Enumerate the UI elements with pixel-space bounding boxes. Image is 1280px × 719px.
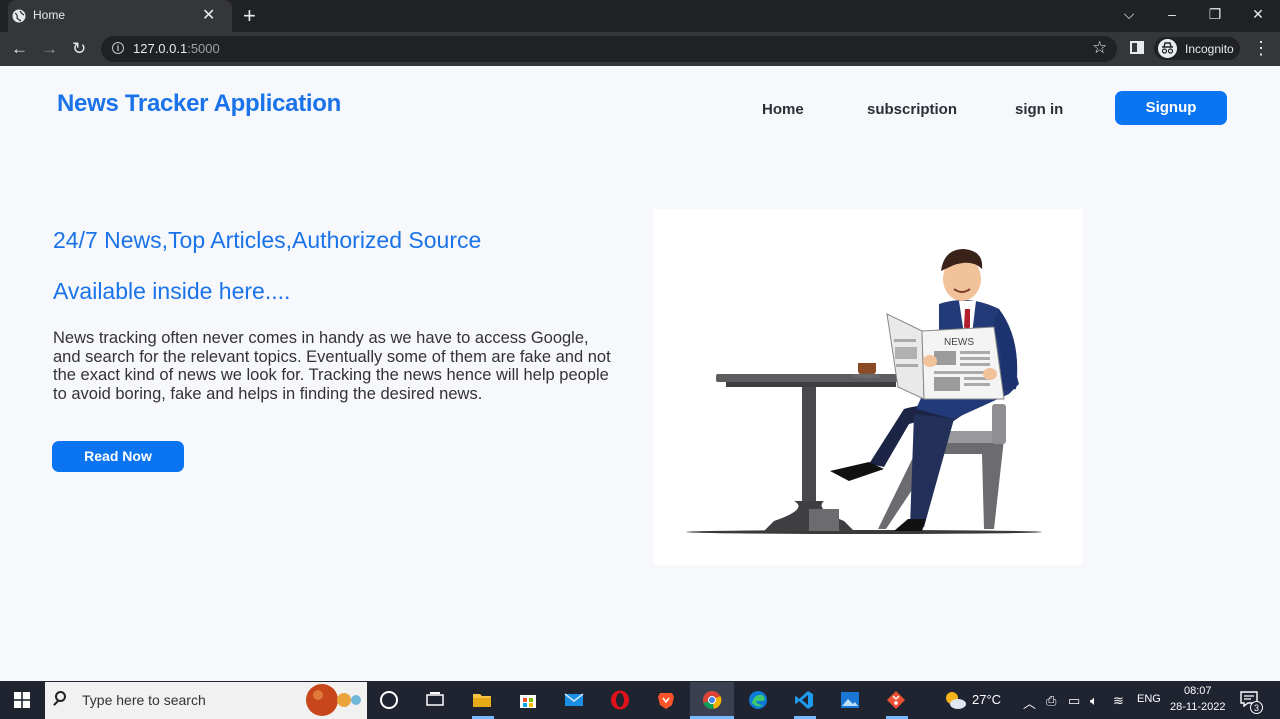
cortana-icon[interactable] (380, 691, 398, 709)
edge-icon[interactable] (748, 690, 768, 710)
close-window-icon[interactable]: ✕ (1246, 4, 1270, 24)
taskbar-search-placeholder: Type here to search (82, 692, 206, 708)
url-port: :5000 (187, 41, 220, 56)
hero-subheadline: Available inside here.... (53, 278, 291, 304)
clock-time[interactable]: 08:07 (1184, 685, 1212, 697)
forward-arrow-icon[interactable]: → (41, 39, 58, 59)
git-icon[interactable] (886, 690, 906, 710)
read-now-button[interactable]: Read Now (52, 441, 184, 472)
wifi-icon[interactable]: ≋ (1113, 693, 1124, 709)
nav-signin-link[interactable]: sign in (1015, 101, 1063, 118)
man-reading-newspaper-illustration: NEWS (686, 249, 1042, 534)
url-text[interactable]: 127.0.0.1:5000 (133, 41, 220, 56)
show-hidden-icons-chevron-icon[interactable]: ︿ (1023, 693, 1036, 712)
mail-icon[interactable] (564, 690, 584, 710)
back-arrow-icon[interactable]: ← (11, 39, 28, 59)
globe-icon (12, 9, 26, 23)
meet-now-icon[interactable]: ⎙ (1046, 693, 1056, 709)
search-highlight-planets-icon (306, 684, 361, 716)
incognito-label: Incognito (1185, 42, 1234, 56)
side-panel-icon[interactable] (1130, 41, 1144, 54)
incognito-icon (1158, 39, 1177, 58)
hero-illustration-card: NEWS (654, 209, 1082, 565)
weather-temperature[interactable]: 27°C (972, 692, 1001, 707)
windows-start-icon[interactable] (14, 692, 30, 708)
minimize-icon[interactable]: – (1160, 4, 1184, 24)
site-brand-title[interactable]: News Tracker Application (57, 90, 341, 118)
brave-icon[interactable] (656, 690, 676, 710)
tab-title: Home (33, 8, 66, 22)
search-icon (55, 691, 66, 702)
vscode-icon[interactable] (794, 690, 814, 710)
site-info-icon[interactable]: i (112, 42, 124, 54)
weather-sunny-cloud-icon[interactable] (943, 689, 967, 711)
new-tab-icon[interactable]: + (243, 3, 256, 29)
url-host: 127.0.0.1 (133, 41, 188, 56)
nav-home-link[interactable]: Home (762, 101, 804, 118)
photos-icon[interactable] (840, 690, 860, 710)
file-explorer-icon[interactable] (472, 690, 492, 710)
tab-search-chevron-icon[interactable]: ⌵ (1117, 4, 1141, 24)
hero-paragraph: News tracking often never comes in handy… (53, 329, 611, 403)
store-icon[interactable] (518, 690, 538, 710)
bookmark-star-icon[interactable]: ☆ (1092, 38, 1107, 58)
notification-count-badge: 3 (1250, 701, 1263, 714)
address-bar[interactable] (101, 36, 1117, 62)
battery-icon[interactable]: ▭ (1068, 693, 1080, 709)
close-tab-icon[interactable]: ✕ (202, 6, 215, 26)
volume-icon[interactable]: 🔈︎ (1090, 693, 1098, 709)
signup-button[interactable]: Signup (1115, 91, 1227, 125)
opera-icon[interactable] (610, 690, 630, 710)
task-view-icon[interactable] (425, 690, 445, 710)
browser-menu-icon[interactable]: ⋮ (1252, 38, 1270, 59)
nav-subscription-link[interactable]: subscription (867, 101, 957, 118)
restore-icon[interactable]: ❐ (1203, 4, 1227, 24)
chrome-icon[interactable] (702, 690, 722, 710)
newspaper-label: NEWS (944, 337, 974, 348)
hero-headline: 24/7 News,Top Articles,Authorized Source (53, 227, 482, 253)
input-language[interactable]: ENG (1137, 693, 1161, 705)
clock-date[interactable]: 28-11-2022 (1170, 701, 1225, 713)
reload-icon[interactable]: ↻ (72, 39, 86, 59)
